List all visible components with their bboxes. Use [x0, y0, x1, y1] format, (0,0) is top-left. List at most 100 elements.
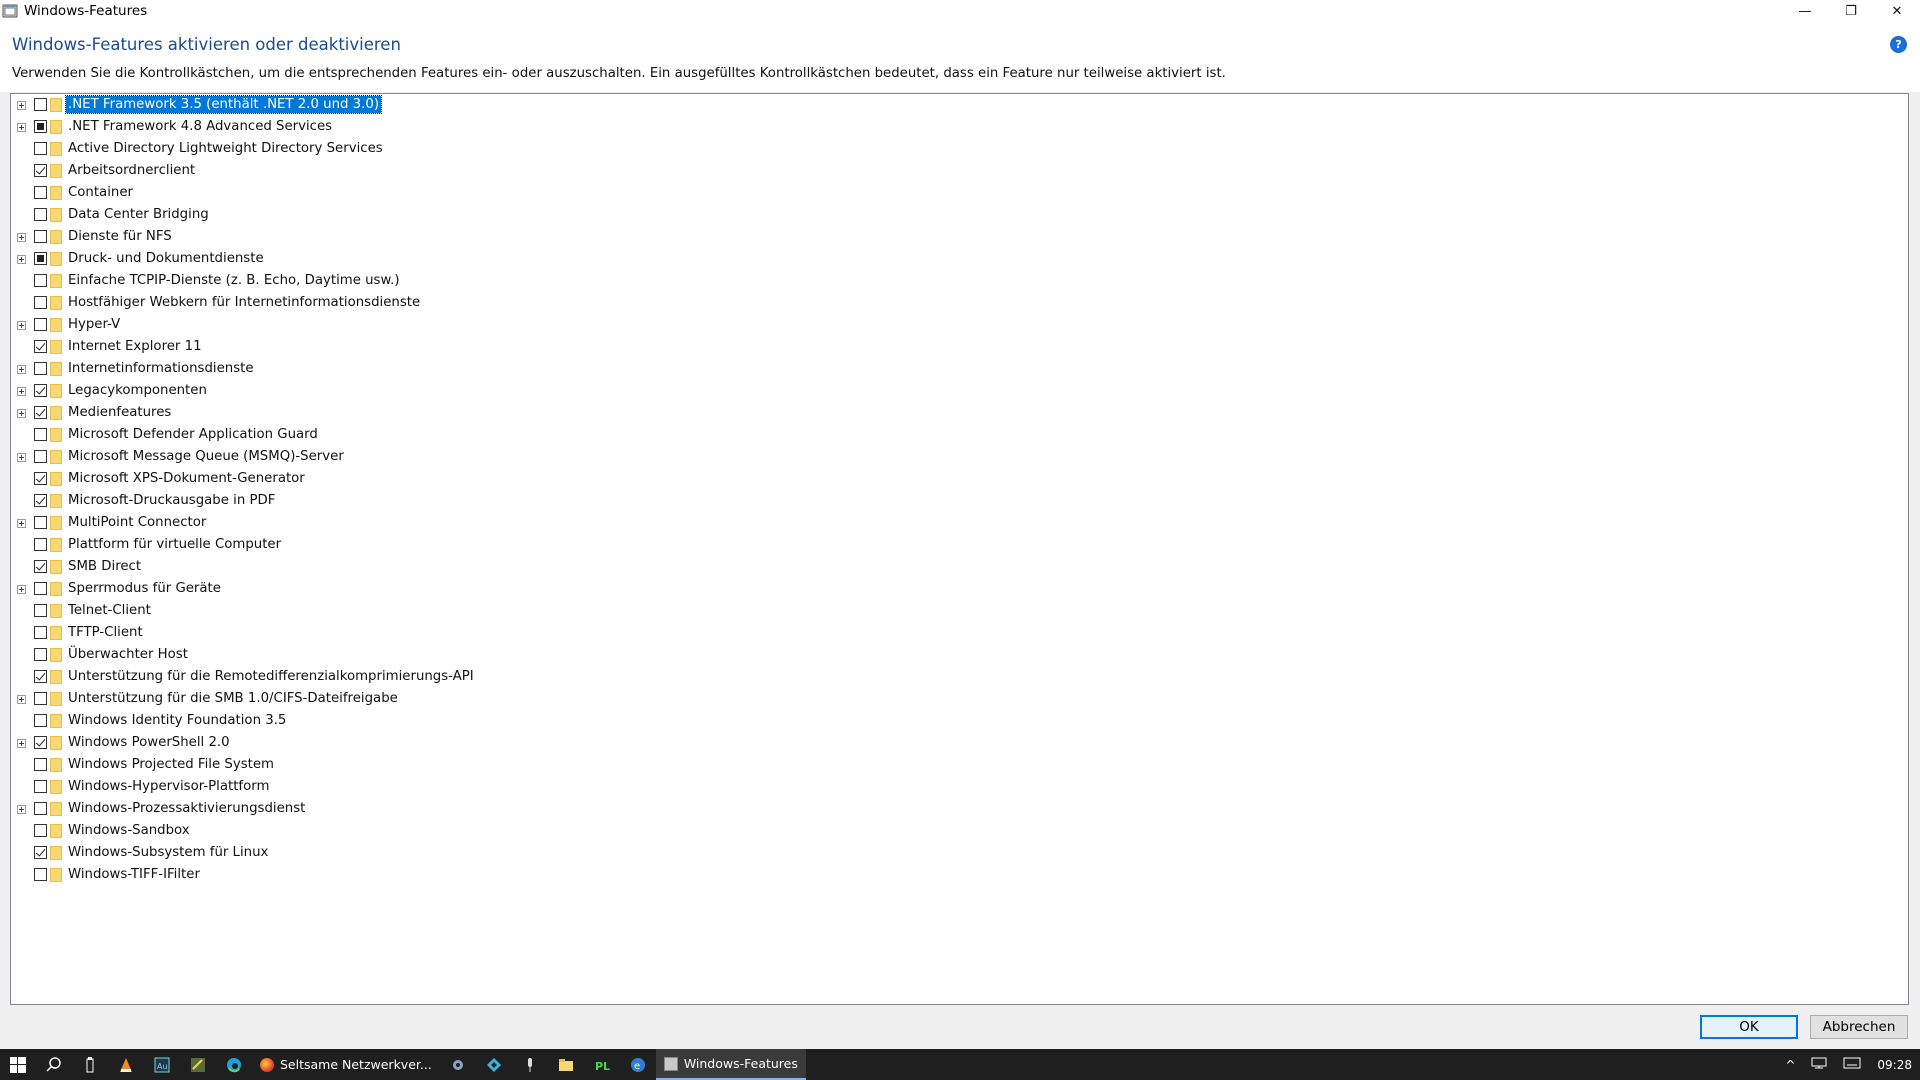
restore-button[interactable]: ❐	[1828, 0, 1874, 22]
expand-plus-icon[interactable]	[17, 519, 26, 528]
feature-label[interactable]: Legacykomponenten	[66, 382, 209, 399]
feature-label[interactable]: Sperrmodus für Geräte	[66, 580, 223, 597]
microphone-icon[interactable]	[512, 1049, 548, 1080]
feature-checkbox[interactable]	[34, 208, 47, 221]
feature-label[interactable]: Microsoft Message Queue (MSMQ)-Server	[66, 448, 346, 465]
feature-checkbox[interactable]	[34, 98, 47, 111]
feature-checkbox[interactable]	[34, 296, 47, 309]
feature-label[interactable]: Windows Projected File System	[66, 756, 276, 773]
feature-label[interactable]: Telnet-Client	[66, 602, 153, 619]
feature-checkbox[interactable]	[34, 164, 47, 177]
feature-label[interactable]: Windows PowerShell 2.0	[66, 734, 232, 751]
feature-checkbox[interactable]	[34, 274, 47, 287]
feature-checkbox[interactable]	[34, 868, 47, 881]
expand-plus-icon[interactable]	[17, 387, 26, 396]
ok-button[interactable]: OK	[1700, 1015, 1798, 1039]
expand-plus-icon[interactable]	[17, 321, 26, 330]
feature-label[interactable]: Internetinformationsdienste	[66, 360, 256, 377]
feature-label[interactable]: Hostfähiger Webkern für Internetinformat…	[66, 294, 422, 311]
feature-label[interactable]: Einfache TCPIP-Dienste (z. B. Echo, Dayt…	[66, 272, 402, 289]
feature-checkbox[interactable]	[34, 582, 47, 595]
feature-label[interactable]: Arbeitsordnerclient	[66, 162, 197, 179]
feature-label[interactable]: .NET Framework 4.8 Advanced Services	[66, 118, 334, 135]
feature-checkbox[interactable]	[34, 362, 47, 375]
feature-checkbox[interactable]	[34, 230, 47, 243]
search-icon[interactable]	[36, 1049, 72, 1080]
feature-checkbox[interactable]	[34, 340, 47, 353]
feature-label[interactable]: Microsoft Defender Application Guard	[66, 426, 320, 443]
clock[interactable]: 09:28	[1877, 1058, 1912, 1072]
cancel-button[interactable]: Abbrechen	[1810, 1015, 1908, 1039]
feature-label[interactable]: MultiPoint Connector	[66, 514, 208, 531]
help-icon[interactable]: ?	[1890, 36, 1907, 53]
feature-checkbox[interactable]	[34, 802, 47, 815]
feature-checkbox[interactable]	[34, 450, 47, 463]
expand-plus-icon[interactable]	[17, 585, 26, 594]
feature-label[interactable]: Unterstützung für die Remotedifferenzial…	[66, 668, 476, 685]
feature-checkbox[interactable]	[34, 186, 47, 199]
feature-label[interactable]: .NET Framework 3.5 (enthält .NET 2.0 und…	[64, 95, 383, 114]
network-icon[interactable]	[1811, 1057, 1827, 1072]
feature-label[interactable]: Unterstützung für die SMB 1.0/CIFS-Datei…	[66, 690, 400, 707]
feature-checkbox[interactable]	[34, 384, 47, 397]
expand-plus-icon[interactable]	[17, 233, 26, 242]
expand-plus-icon[interactable]	[17, 123, 26, 132]
feature-label[interactable]: Internet Explorer 11	[66, 338, 204, 355]
task-icon[interactable]	[72, 1049, 108, 1080]
feature-checkbox[interactable]	[34, 428, 47, 441]
feature-checkbox[interactable]	[34, 736, 47, 749]
diamond-app-icon[interactable]	[476, 1049, 512, 1080]
feature-checkbox[interactable]	[34, 670, 47, 683]
expand-plus-icon[interactable]	[17, 739, 26, 748]
feature-checkbox[interactable]	[34, 824, 47, 837]
expand-plus-icon[interactable]	[17, 453, 26, 462]
file-explorer-icon[interactable]	[548, 1049, 584, 1080]
feature-checkbox[interactable]	[34, 714, 47, 727]
expand-plus-icon[interactable]	[17, 409, 26, 418]
feature-checkbox[interactable]	[34, 472, 47, 485]
feature-label[interactable]: Data Center Bridging	[66, 206, 211, 223]
feature-checkbox[interactable]	[34, 846, 47, 859]
feature-label[interactable]: Windows-Sandbox	[66, 822, 192, 839]
feature-label[interactable]: Dienste für NFS	[66, 228, 174, 245]
feature-label[interactable]: Plattform für virtuelle Computer	[66, 536, 283, 553]
feature-checkbox[interactable]	[34, 318, 47, 331]
browser-icon[interactable]: e	[620, 1049, 656, 1080]
feature-checkbox[interactable]	[34, 538, 47, 551]
feature-checkbox[interactable]	[34, 516, 47, 529]
feature-label[interactable]: Windows-Hypervisor-Plattform	[66, 778, 271, 795]
tool-icon[interactable]	[180, 1049, 216, 1080]
feature-checkbox[interactable]	[34, 406, 47, 419]
feature-label[interactable]: Windows-Prozessaktivierungsdienst	[66, 800, 307, 817]
feature-checkbox[interactable]	[34, 252, 47, 265]
feature-label[interactable]: Container	[66, 184, 135, 201]
feature-checkbox[interactable]	[34, 758, 47, 771]
feature-label[interactable]: SMB Direct	[66, 558, 143, 575]
windows-start-icon[interactable]	[0, 1049, 36, 1080]
tray-chevron-icon[interactable]: ^	[1785, 1058, 1795, 1072]
minimize-button[interactable]: —	[1782, 0, 1828, 22]
close-button[interactable]: ✕	[1874, 0, 1920, 22]
feature-label[interactable]: Windows Identity Foundation 3.5	[66, 712, 288, 729]
feature-label[interactable]: Active Directory Lightweight Directory S…	[66, 140, 385, 157]
feature-checkbox[interactable]	[34, 560, 47, 573]
feature-checkbox[interactable]	[34, 692, 47, 705]
expand-plus-icon[interactable]	[17, 805, 26, 814]
taskbar-firefox-window[interactable]: Seltsame Netzwerkver...	[252, 1049, 440, 1080]
expand-plus-icon[interactable]	[17, 101, 26, 110]
feature-label[interactable]: Überwachter Host	[66, 646, 190, 663]
feature-checkbox[interactable]	[34, 604, 47, 617]
expand-plus-icon[interactable]	[17, 695, 26, 704]
feature-tree[interactable]: .NET Framework 3.5 (enthält .NET 2.0 und…	[10, 93, 1909, 1005]
feature-label[interactable]: Windows-TIFF-IFilter	[66, 866, 202, 883]
feature-checkbox[interactable]	[34, 780, 47, 793]
pl-app-icon[interactable]: PL	[584, 1049, 620, 1080]
feature-checkbox[interactable]	[34, 648, 47, 661]
feature-label[interactable]: Microsoft-Druckausgabe in PDF	[66, 492, 277, 509]
audition-icon[interactable]: Au	[144, 1049, 180, 1080]
gear-tool-icon[interactable]	[440, 1049, 476, 1080]
expand-plus-icon[interactable]	[17, 255, 26, 264]
feature-checkbox[interactable]	[34, 626, 47, 639]
expand-plus-icon[interactable]	[17, 365, 26, 374]
feature-label[interactable]: Hyper-V	[66, 316, 122, 333]
